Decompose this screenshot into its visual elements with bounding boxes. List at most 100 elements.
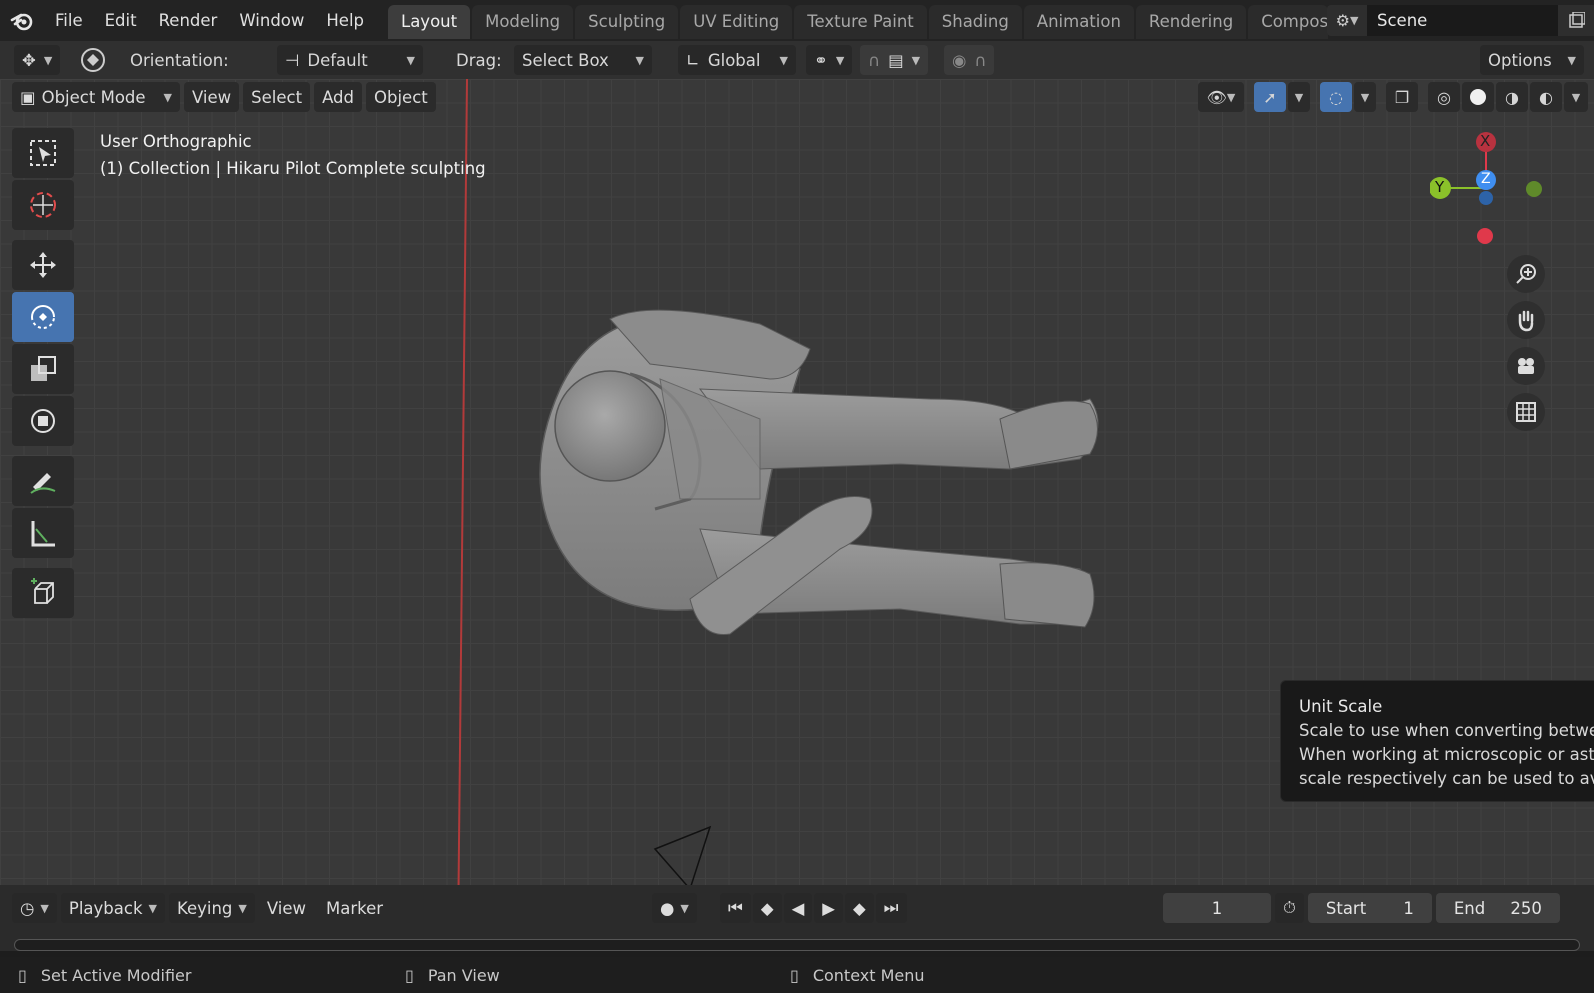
ortho-grid-icon[interactable]	[1507, 393, 1545, 431]
menu-add[interactable]: Add	[314, 82, 363, 112]
tab-compositing[interactable]: Compos	[1248, 5, 1329, 39]
menu-render[interactable]: Render	[148, 0, 229, 41]
falloff-curve-icon: ∩	[974, 50, 987, 70]
annotate-tool[interactable]	[12, 456, 74, 506]
play-reverse-icon[interactable]: ◀	[783, 893, 813, 923]
play-icon[interactable]: ▶	[814, 893, 843, 923]
mouse-right-icon: ▯	[790, 965, 799, 985]
measure-tool[interactable]	[12, 508, 74, 558]
jump-start-icon[interactable]: ⏮	[720, 893, 751, 923]
shading-dropdown-icon[interactable]: ▼	[1564, 82, 1588, 112]
drag-dropdown[interactable]: Select Box ▼	[514, 45, 652, 75]
menu-edit[interactable]: Edit	[94, 0, 148, 41]
link-icon: ⚭	[814, 50, 828, 70]
proportional-icon: ◉	[952, 50, 967, 70]
transform-orientation-dropdown[interactable]: ∟ Global ▼	[678, 45, 796, 75]
gizmo-z-label: Z	[1481, 171, 1491, 187]
snap-dropdown[interactable]: ∩ ▤ ▼	[860, 45, 929, 75]
cursor-tool[interactable]	[12, 180, 74, 230]
orientation-dropdown[interactable]: ⊣ Default ▼	[277, 45, 423, 75]
overlays-toggle-icon[interactable]: ◌	[1320, 82, 1352, 112]
editor-type-dropdown[interactable]: ◷ ▼	[12, 893, 57, 923]
new-scene-icon[interactable]	[1558, 5, 1594, 36]
blender-logo-icon[interactable]	[0, 0, 44, 41]
mouse-middle-icon: ▯	[405, 965, 414, 985]
axis-icon: ⊣	[285, 50, 300, 70]
overlays-dropdown-icon[interactable]: ▼	[1354, 82, 1376, 112]
navigation-gizmo[interactable]: X Y Z	[1429, 130, 1560, 255]
tab-shading[interactable]: Shading	[928, 5, 1022, 39]
marker-menu[interactable]: Marker	[318, 893, 391, 923]
camera-view-icon[interactable]	[1507, 347, 1545, 385]
measure-icon	[31, 521, 55, 547]
pivot-icon: ✥	[22, 50, 36, 70]
auto-keying-toggle[interactable]: ● ▼	[652, 893, 697, 923]
tooltip-title: Unit Scale	[1299, 697, 1383, 716]
current-frame-field[interactable]: 1	[1163, 893, 1271, 923]
tab-texture-paint[interactable]: Texture Paint	[794, 5, 927, 39]
transform-pivot-dropdown[interactable]: ✥ ▼	[14, 45, 61, 75]
start-frame-field[interactable]: Start 1	[1307, 893, 1432, 923]
next-keyframe-icon[interactable]: ◆	[844, 893, 874, 923]
solid-shading-icon[interactable]	[1462, 82, 1494, 112]
viewport-info: User Orthographic (1) Collection | Hikar…	[100, 128, 486, 182]
tab-modeling[interactable]: Modeling	[472, 5, 574, 39]
object-mode-dropdown[interactable]: ▣ Object Mode ▼	[12, 82, 180, 112]
options-dropdown[interactable]: Options ▼	[1480, 45, 1584, 75]
xray-toggle-icon[interactable]: ❐	[1386, 82, 1418, 112]
keying-menu[interactable]: Keying ▼	[168, 893, 255, 923]
end-frame-field[interactable]: End 250	[1435, 893, 1560, 923]
pan-hand-icon[interactable]	[1507, 301, 1545, 339]
scale-tool[interactable]	[12, 344, 74, 394]
material-preview-icon[interactable]: ◑	[1496, 82, 1528, 112]
view-projection-label: User Orthographic	[100, 132, 252, 151]
timeline-scrollbar[interactable]	[14, 939, 1580, 951]
tab-rendering[interactable]: Rendering	[1135, 5, 1247, 39]
menu-file[interactable]: File	[44, 0, 94, 41]
jump-end-icon[interactable]: ⏭	[875, 893, 907, 923]
select-box-tool[interactable]	[12, 128, 74, 178]
add-cube-icon	[31, 578, 54, 604]
preview-range-icon[interactable]: ⏱	[1275, 893, 1304, 923]
menu-select[interactable]: Select	[243, 82, 311, 112]
proportional-edit-toggle[interactable]: ◉ ∩	[944, 45, 995, 75]
scene-name-field[interactable]: Scene	[1367, 5, 1558, 36]
prev-keyframe-icon[interactable]: ◆	[752, 893, 782, 923]
gizmo-dropdown-icon[interactable]: ▼	[1288, 82, 1310, 112]
annotate-icon	[30, 473, 56, 494]
move-tool[interactable]	[12, 240, 74, 290]
menu-object[interactable]: Object	[366, 82, 436, 112]
record-controls: ● ▼	[652, 893, 697, 923]
tab-layout[interactable]: Layout	[388, 5, 471, 39]
rendered-shading-icon[interactable]: ◐	[1530, 82, 1562, 112]
menu-view[interactable]: View	[184, 82, 240, 112]
select-box-icon	[30, 140, 56, 166]
viewport-header-right: 👁 ▼ ➚ ▼ ◌ ▼ ❐ ◎ ◑ ◐ ▼	[1198, 82, 1588, 112]
gizmo-toggle-icon[interactable]: ➚	[1254, 82, 1286, 112]
tab-uv-editing[interactable]: UV Editing	[680, 5, 793, 39]
playback-menu[interactable]: Playback ▼	[60, 893, 165, 923]
menu-window[interactable]: Window	[228, 0, 315, 41]
menu-help[interactable]: Help	[315, 0, 375, 41]
timeline-header: ◷ ▼ Playback ▼ Keying ▼ View Marker	[12, 893, 391, 923]
tooltip-line-1: Scale to use when converting betwee	[1299, 721, 1594, 740]
orientation-gizmo-icon[interactable]	[76, 45, 110, 75]
visibility-icon[interactable]: 👁 ▼	[1198, 82, 1244, 112]
pivot-point-dropdown[interactable]: ⚭ ▼	[806, 45, 853, 75]
tab-animation[interactable]: Animation	[1023, 5, 1134, 39]
scene-icon[interactable]: ⚙ ▼	[1327, 5, 1367, 36]
move-icon	[30, 252, 56, 278]
tooltip-line-2: When working at microscopic or astro	[1299, 745, 1594, 764]
tool-header	[0, 41, 1594, 79]
gizmo-y-label: Y	[1435, 178, 1445, 196]
snap-increment-icon: ▤	[888, 50, 904, 70]
tab-sculpting[interactable]: Sculpting	[575, 5, 679, 39]
scene-selector[interactable]: ⚙ ▼ Scene	[1327, 5, 1594, 36]
transform-tool[interactable]	[12, 396, 74, 446]
cursor-icon	[30, 192, 56, 218]
timeline-view-menu[interactable]: View	[259, 893, 314, 923]
rotate-tool[interactable]	[12, 292, 74, 342]
zoom-icon[interactable]	[1507, 255, 1545, 293]
add-cube-tool[interactable]	[12, 568, 74, 618]
wireframe-shading-icon[interactable]: ◎	[1428, 82, 1460, 112]
